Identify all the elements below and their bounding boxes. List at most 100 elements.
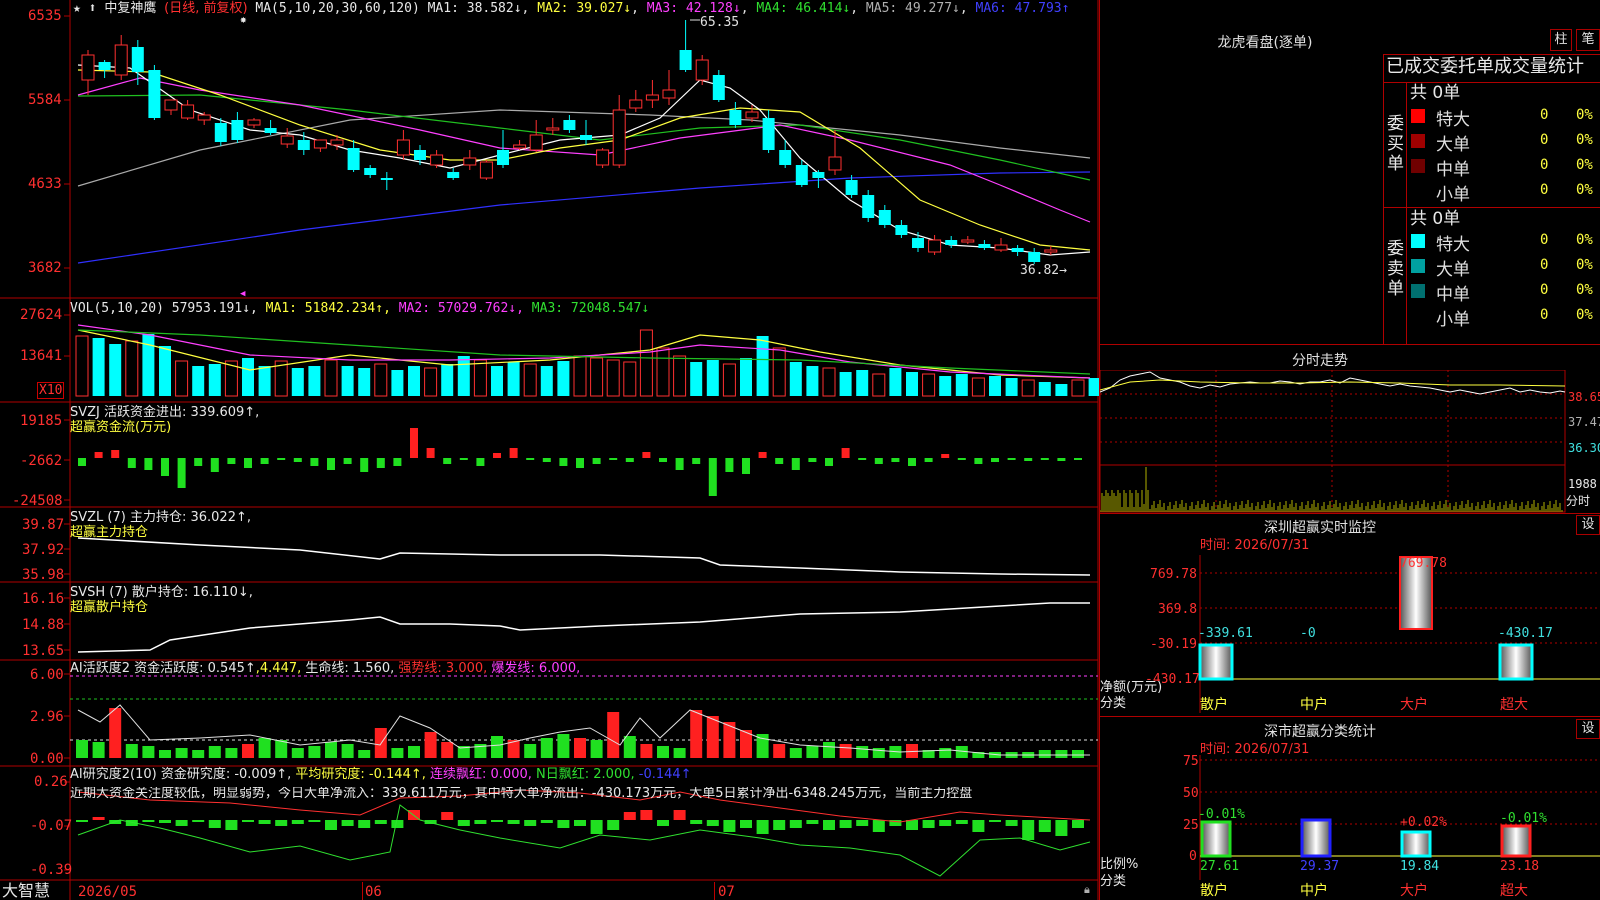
buy-row-name: 中单 [1436,160,1470,180]
main-chart-header: ★ ⬆ 中复神鹰 (日线, 前复权) MA(5,10,20,30,60,120)… [73,1,1070,16]
y-label-vol-1: 27624 [20,307,63,323]
color-swatch-icon [1411,234,1425,248]
sell-total: 共 0单 [1410,209,1461,229]
sell-row-pct: 0% [1576,307,1593,323]
buy-row-name: 大单 [1436,135,1470,155]
sz-bar-label-4: -430.17 [1498,626,1553,641]
ai1-header: AI活跃度2 资金活跃度: 0.545↑,4.447, 生命线: 1.560, … [70,662,580,675]
sz-class-settings-button[interactable]: 设 [1576,719,1600,739]
high-price-mark: 65.35 [700,15,739,30]
lock-icon[interactable]: 🔒︎ [1084,884,1090,895]
sell-row: 中单 0 0% [1408,280,1600,305]
intraday-vol-unit: 分时 [1566,494,1591,508]
ma2-line [77,69,1091,251]
marker-triangle-icon: ◀ [240,289,246,299]
vol-value: 57953.191↓, [171,301,258,316]
ai2-header: AI研究度2(10) 资金研究度: -0.009↑, 平均研究度: -0.144… [70,768,692,781]
cls-top-3: +0.02% [1400,815,1447,830]
longhu-title: 龙虎看盘(逐单) [1217,35,1313,51]
sell-row-pct: 0% [1576,282,1593,298]
intraday-chart[interactable] [1100,370,1600,515]
order-stats-header: 已成交委托单成交量统计 [1386,56,1584,77]
buy-total: 共 0单 [1410,83,1461,103]
y-label-zl-2: 37.92 [22,542,65,558]
ma1-line [77,64,1091,256]
buy-row-pct: 0% [1576,182,1593,198]
buy-row-count: 0 [1540,107,1549,123]
sell-row-name: 大单 [1436,260,1470,280]
buy-row-pct: 0% [1576,157,1593,173]
cls-y-axis-name: 比例% [1100,857,1139,872]
period-label[interactable]: (日线, 前复权) [164,1,247,16]
ai1-t4: 强势线: 3.000, [398,661,488,676]
buy-row-pct: 0% [1576,107,1593,123]
sell-row: 小单 0 0% [1408,305,1600,330]
star-icon[interactable]: ★ [73,1,81,16]
bar-view-button[interactable]: 柱 [1550,29,1572,51]
ai1-t2: ,4.447, [255,661,302,676]
y-label-ai2-3: -0.39 [30,862,73,878]
sz-y1: 769.78 [1150,567,1197,582]
ai2-t4: N日飘红: 2.000, [536,767,635,782]
vol-ma3: MA3: 72048.547↓ [531,301,650,316]
vol-unit-badge[interactable]: X10 [37,382,65,399]
low-price-mark: 36.82→ [1020,263,1067,278]
sz-y-axis-name: 净额(万元) [1100,680,1163,695]
intraday-y3: 36.30 [1568,441,1600,455]
cls-x-axis-name: 分类 [1100,874,1127,889]
sell-row-pct: 0% [1576,257,1593,273]
y-label-zj-2: -2662 [20,453,63,469]
retail-position-line [77,602,1090,653]
date-divider-1 [362,882,363,900]
ma3-line [77,77,1091,223]
sz-cat-3: 大户 [1400,697,1428,713]
ai2-t1: 资金研究度: -0.009↑, [160,767,292,782]
intraday-vol-label: 1988 [1568,477,1597,491]
ai1-t1: 资金活跃度: 0.545↑ [134,661,256,676]
y-label-ai1-1: 6.00 [30,667,64,683]
date-label-2: 06 [365,884,382,900]
fund-flow-bars [78,428,1082,496]
k-line-chart-area[interactable]: 65.35 36.82→ [0,0,1100,900]
y-label-zj-3: -24508 [12,493,63,509]
y-label-zl-3: 35.98 [22,567,65,583]
intraday-y2: 37.47 [1568,415,1600,429]
sell-row-count: 0 [1540,257,1549,273]
y-label-sh-1: 16.16 [22,591,65,607]
color-swatch-icon [1411,109,1425,123]
research-comment: 近期大资金关注度较低，明显弱势，今日大单净流入：339.611万元，其中特大单净… [70,787,973,800]
ma4-value: MA4: 46.414↓ [756,1,851,16]
buy-row-name: 小单 [1436,185,1470,205]
svzl-title: SVZL (7) 主力持仓: 36.022↑, [70,510,251,525]
buy-row-name: 特大 [1436,110,1470,130]
buy-row-count: 0 [1540,182,1549,198]
vol-header: VOL(5,10,20) 57953.191↓, MA1: 51842.234↑… [70,302,649,315]
sell-row-count: 0 [1540,307,1549,323]
sell-row-count: 0 [1540,282,1549,298]
sparkle-icon: ✸ [240,13,247,26]
y-label-price-3: 4633 [28,176,62,192]
sz-bar-label-1: -339.61 [1198,626,1253,641]
sz-bar-label-3: 769.78 [1400,556,1447,571]
y-label-price-2: 5584 [28,92,62,108]
cls-bottom-4: 23.18 [1500,859,1540,874]
cls-y1: 75 [1183,754,1199,769]
color-swatch-icon [1411,134,1425,148]
buy-row: 小单 0 0% [1408,180,1600,205]
vol-ma1: MA1: 51842.234↑, [265,301,391,316]
sz-monitor-settings-button[interactable]: 设 [1576,515,1600,535]
cls-cat-1: 散户 [1200,883,1228,899]
cls-cat-3: 大户 [1400,883,1428,899]
ai2-t2: 平均研究度: -0.144↑, [295,767,426,782]
cls-y3: 25 [1183,818,1199,833]
tick-view-button[interactable]: 笔 [1576,29,1600,51]
buy-row: 中单 0 0% [1408,155,1600,180]
cls-top-1: -0.01% [1198,807,1245,822]
sell-row: 大单 0 0% [1408,255,1600,280]
cls-bottom-1: 27.61 [1200,859,1240,874]
brand-label: 大智慧 [2,881,51,900]
sell-row: 特大 0 0% [1408,230,1600,255]
sz-bar-label-2: -0 [1300,626,1316,641]
color-swatch-icon [1411,159,1425,173]
buy-row-count: 0 [1540,157,1549,173]
